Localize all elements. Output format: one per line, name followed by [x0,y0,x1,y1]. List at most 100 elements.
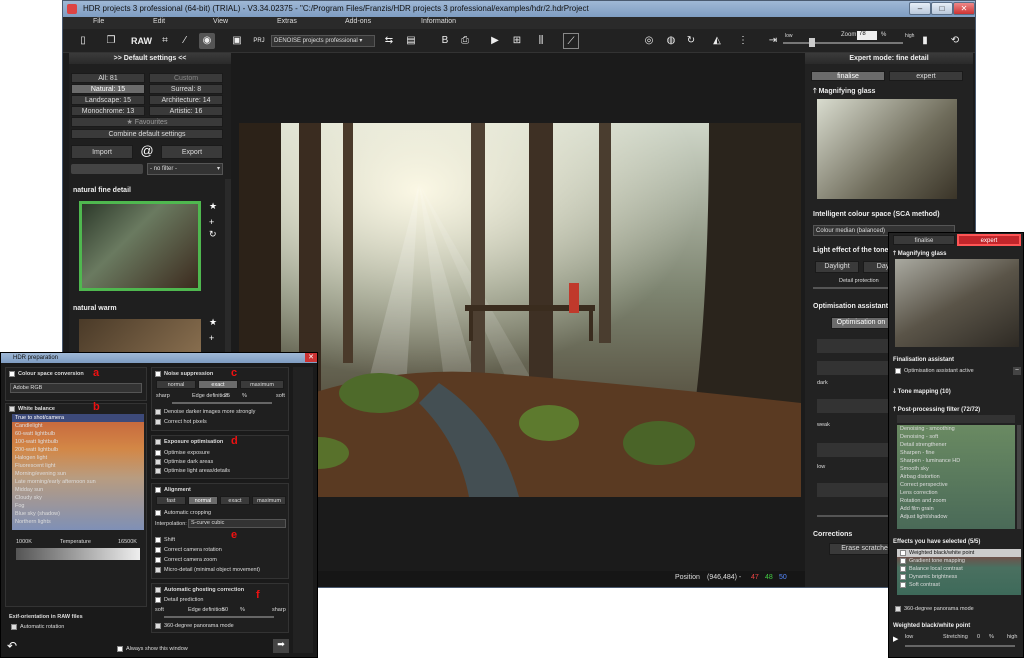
filter-item[interactable]: Rotation and zoom [897,497,1015,505]
always-show-checkbox[interactable] [117,645,123,652]
redo-icon[interactable]: ↻ [683,33,699,49]
filter-item[interactable]: Sharpen - fine [897,449,1015,457]
colour-space-label[interactable]: Colour space conversion [9,370,84,378]
daylight-button[interactable]: Daylight [815,261,859,273]
post-filter-list[interactable]: Denoising - smoothing Denoising - soft D… [897,425,1015,529]
eye-icon[interactable]: ◎ [641,33,657,49]
expert-pano-option[interactable]: 360-degree panorama mode [895,605,974,613]
effect-checkbox[interactable] [900,565,906,572]
hot-pixels-checkbox[interactable] [155,418,161,425]
filter-item[interactable]: Lens correction [897,489,1015,497]
effect-checkbox[interactable] [900,581,906,588]
auto-crop-checkbox[interactable] [155,509,161,516]
star-icon[interactable]: ★ [209,201,217,212]
wb-item[interactable]: 200-watt lightbulb [12,446,144,454]
dial-icon[interactable]: ◍ [663,33,679,49]
wb-item[interactable]: Northern lights [12,518,144,526]
auto-crop-option[interactable]: Automatic cropping [155,509,211,517]
auto-rotation-checkbox[interactable] [11,623,17,630]
pano-checkbox[interactable] [155,622,161,629]
undo-icon[interactable]: ↶ [7,639,21,653]
denoise-dark-checkbox[interactable] [155,408,161,415]
search-field[interactable] [71,164,143,174]
mirror-icon[interactable]: ◭ [709,33,725,49]
pano-option[interactable]: 360-degree panorama mode [155,622,234,630]
hot-pixels-option[interactable]: Correct hot pixels [155,418,207,426]
menu-edit[interactable]: Edit [153,18,165,25]
filter-all[interactable]: All: 81 [71,73,145,83]
play-icon[interactable]: ▶ [487,33,503,49]
micro-detail-checkbox[interactable] [155,566,161,573]
maximize-button[interactable]: □ [931,2,953,15]
zoom-option[interactable]: Correct camera zoom [155,556,217,564]
menu-addons[interactable]: Add-ons [345,18,371,25]
histogram-icon[interactable]: ⟋ [563,33,579,49]
wb-item-selected[interactable]: True to shot/camera [12,414,144,422]
filter-natural[interactable]: Natural: 15 [71,84,145,94]
grid-icon[interactable]: ⌗ [157,33,173,49]
expo-option-2[interactable]: Optimise dark areas [155,458,213,466]
raw-icon[interactable]: RAW [131,33,152,49]
wb-item[interactable]: Halogen light [12,454,144,462]
minimize-button[interactable]: – [909,2,931,15]
layers-icon[interactable]: ▤ [403,33,419,49]
optim-active-checkbox[interactable] [895,367,901,374]
expert-tab-expert[interactable]: expert [957,234,1021,246]
close-button[interactable]: ✕ [953,2,975,15]
exposure-checkbox[interactable] [155,438,161,445]
filter-custom[interactable]: Custom [149,73,223,83]
selected-effect-item[interactable]: Weighted black/white point [897,549,1021,557]
filter-scrollbar[interactable] [1017,425,1021,529]
menu-file[interactable]: File [93,18,104,25]
star-icon-2[interactable]: ★ [209,317,217,328]
columns-icon[interactable]: ⫼ [533,33,549,49]
refresh-icon[interactable]: ↻ [209,229,217,240]
white-balance-label[interactable]: White balance [9,405,55,413]
colour-space-select[interactable]: Adobe RGB [10,383,142,393]
save-icon[interactable]: ▣ [229,33,245,49]
new-file-icon[interactable]: ▯ [75,33,91,49]
filter-surreal[interactable]: Surreal: 8 [149,84,223,94]
stretching-slider[interactable] [905,645,1015,647]
exposure-label[interactable]: Exposure optimisation [155,438,223,446]
filter-select[interactable]: - no filter - ▾ [147,163,223,175]
edge-slider[interactable] [172,402,272,404]
filter-architecture[interactable]: Architecture: 14 [149,95,223,105]
noise-label[interactable]: Noise suppression [155,370,213,378]
dialog-close-button[interactable]: ✕ [305,353,317,362]
align-normal[interactable]: normal [188,496,218,505]
filter-item[interactable]: Add film grain [897,505,1015,513]
wb-item[interactable]: 60-watt lightbulb [12,430,144,438]
filter-landscape[interactable]: Landscape: 15 [71,95,145,105]
export-icon[interactable]: ⇆ [381,33,397,49]
auto-rotation-option[interactable]: Automatic rotation [11,623,64,631]
zoom-input[interactable]: 78 [857,31,877,40]
brush-icon[interactable]: ⁄ [177,33,193,49]
post-filter-title[interactable]: 🡑 Post-processing filter (72/72) [893,405,980,415]
shift-option[interactable]: Shift [155,536,175,544]
filter-item[interactable]: Airbag distortion [897,473,1015,481]
copy-icon[interactable]: ❐ [103,33,119,49]
fit-icon[interactable]: ⇥ [765,33,781,49]
denoise-dark-option[interactable]: Denoise darker images more strongly [155,408,255,416]
import-button[interactable]: Import [71,145,133,159]
wb-item[interactable]: Fog [12,502,144,510]
menu-view[interactable]: View [213,18,228,25]
expo-checkbox-1[interactable] [155,449,161,456]
dots-icon[interactable]: ⋮ [735,33,751,49]
alignment-label[interactable]: Alignment [155,486,191,494]
detail-prediction-option[interactable]: Detail prediction [155,596,203,604]
expo-option-1[interactable]: Optimise exposure [155,449,210,457]
fullscreen-icon[interactable]: ▮ [917,33,933,49]
selected-effect-item[interactable]: Dynamic brightness [897,573,1021,581]
tab-expert[interactable]: expert [889,71,963,81]
align-maximum[interactable]: maximum [252,496,286,505]
selected-effect-item[interactable]: Gradient tone mapping [897,557,1021,565]
white-balance-list[interactable]: True to shot/camera Candlelight 60-watt … [12,414,144,530]
zoom-slider-handle[interactable] [809,38,815,47]
always-show-option[interactable]: Always show this window [117,645,188,653]
noise-maximum[interactable]: maximum [240,380,284,389]
play-small-icon[interactable]: ▶ [893,635,898,643]
projects-icon[interactable]: PRJ [251,33,267,49]
optim-active-option[interactable]: Optimisation assistant active [895,367,974,375]
